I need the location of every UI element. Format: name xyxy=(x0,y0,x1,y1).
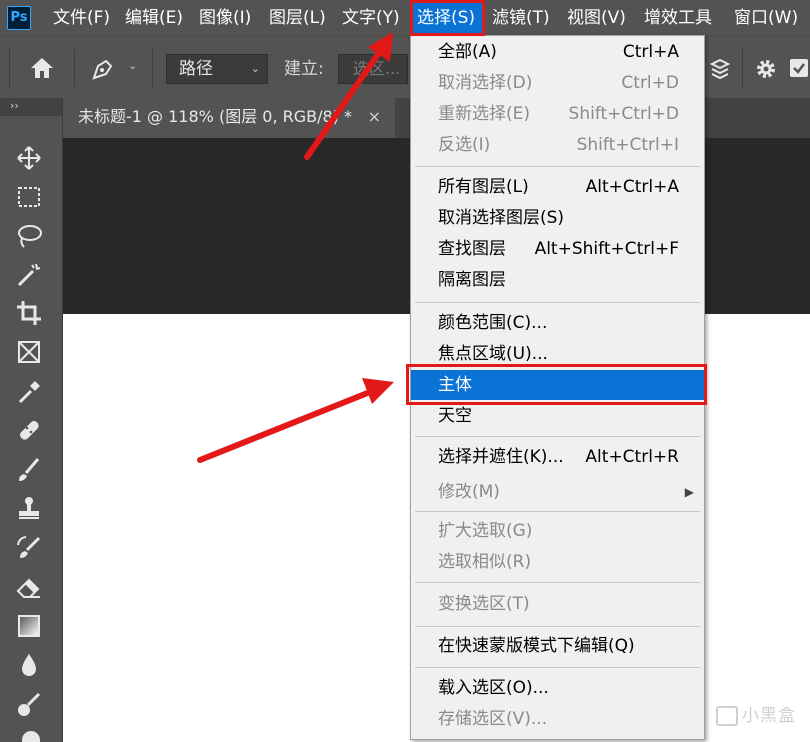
watermark-logo-icon xyxy=(716,706,738,726)
watermark: 小黑盒 xyxy=(716,701,796,726)
arrow-icon xyxy=(197,378,394,463)
arrow-icon xyxy=(304,32,393,160)
annotation-arrows xyxy=(197,32,394,463)
